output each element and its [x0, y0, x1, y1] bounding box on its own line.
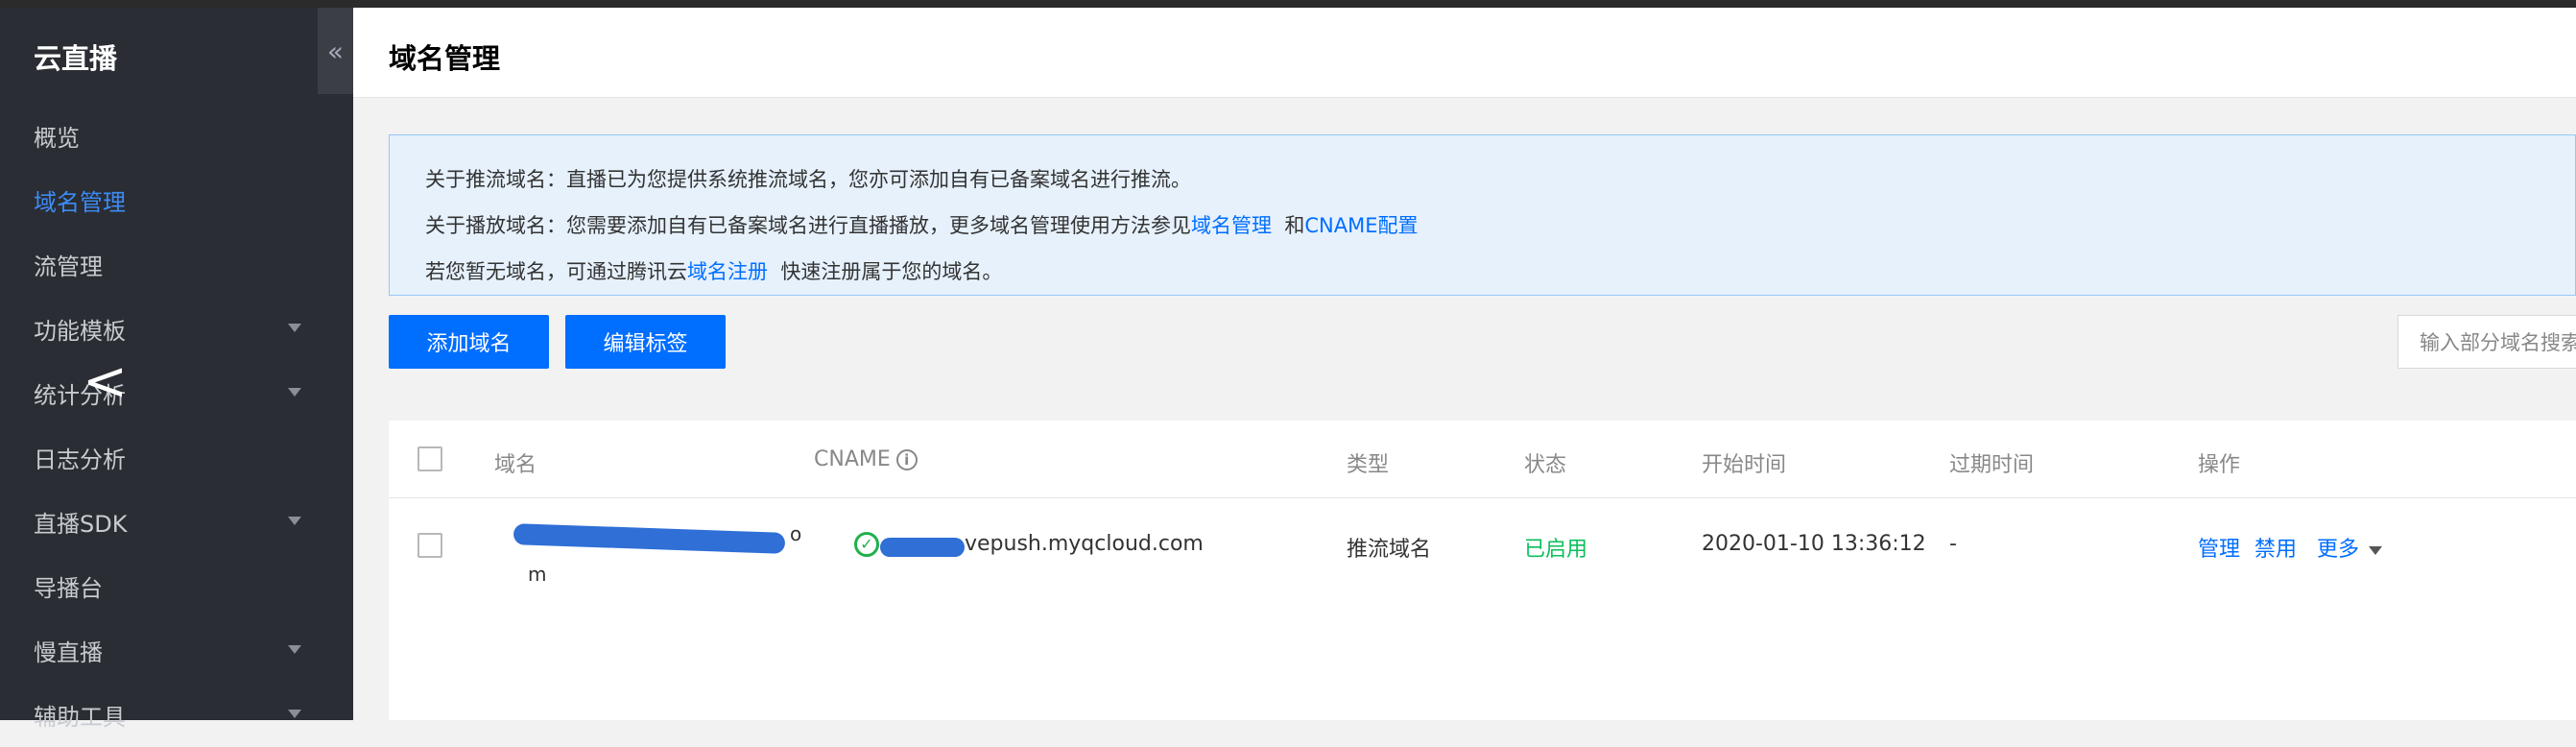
manage-link[interactable]: 管理: [2198, 538, 2240, 562]
sidebar-item-stream-management[interactable]: 流管理: [0, 232, 353, 297]
table-header: 域名 CNAME i 类型 状态 开始时间 过期时间 操作: [389, 421, 2576, 498]
top-bar: [0, 0, 2576, 8]
select-all-checkbox[interactable]: [417, 446, 442, 471]
sidebar-item-label: 辅助工具: [34, 704, 126, 731]
sidebar-item-label: 慢直播: [34, 639, 103, 666]
notice-line-push: 关于推流域名：直播已为您提供系统推流域名，您亦可添加自有已备案域名进行推流。: [425, 168, 1191, 191]
redaction-mark: [880, 538, 965, 557]
sidebar-title: 云直播: [34, 42, 118, 75]
chevron-down-icon: [288, 324, 301, 332]
add-domain-button[interactable]: 添加域名: [389, 315, 549, 369]
column-status: 状态: [1524, 453, 1567, 477]
info-icon[interactable]: i: [895, 449, 918, 470]
sidebar-item-label: 直播SDK: [34, 511, 128, 538]
row-checkbox[interactable]: [417, 533, 442, 558]
domain-link-line2[interactable]: m: [528, 563, 546, 586]
sidebar-item-director-console[interactable]: 导播台: [0, 554, 353, 618]
sidebar-item-label: 功能模板: [34, 318, 126, 345]
column-type: 类型: [1347, 453, 1390, 477]
redaction-mark: [513, 523, 786, 554]
edit-tags-button[interactable]: 编辑标签: [565, 315, 726, 369]
sidebar-item-label: 流管理: [34, 253, 103, 280]
sidebar: 云直播 « 概览 域名管理 流管理 功能模板 统计分析 日志分析 直播SDK 导…: [0, 8, 353, 731]
sidebar-item-live-sdk[interactable]: 直播SDK: [0, 490, 353, 554]
chevron-down-icon: [288, 710, 301, 718]
domain-table: 域名 CNAME i 类型 状态 开始时间 过期时间 操作 o m ✓ vepus…: [389, 421, 2576, 720]
status-badge: 已启用: [1524, 538, 1588, 562]
column-start-time: 开始时间: [1702, 453, 1787, 477]
column-cname-label: CNAME: [814, 447, 891, 471]
column-expire-time: 过期时间: [1949, 453, 2035, 477]
chevron-down-icon: [288, 645, 301, 654]
page-header: 域名管理: [353, 8, 2576, 98]
domain-type: 推流域名: [1347, 538, 1432, 562]
sidebar-item-label: 日志分析: [34, 446, 126, 473]
column-domain: 域名: [494, 453, 537, 477]
disable-link[interactable]: 禁用: [2254, 538, 2297, 562]
sidebar-collapse-button[interactable]: «: [318, 8, 353, 94]
notice-line-play: 关于播放域名：您需要添加自有已备案域名进行直播播放，更多域名管理使用方法参见域名…: [425, 210, 1418, 239]
check-circle-icon: ✓: [854, 532, 879, 557]
sidebar-item-domain-management[interactable]: 域名管理: [0, 168, 353, 232]
cname-config-link[interactable]: CNAME配置: [1304, 214, 1418, 237]
notice-text: 和: [1272, 214, 1305, 237]
chevron-down-icon: [288, 517, 301, 525]
notice-text: 快速注册属于您的域名。: [768, 260, 1003, 283]
notice-line-register: 若您暂无域名，可通过腾讯云域名注册 快速注册属于您的域名。: [425, 256, 1002, 285]
sidebar-item-statistics[interactable]: 统计分析: [0, 361, 353, 425]
chevron-down-icon: [2369, 545, 2383, 555]
sidebar-item-label: 导播台: [34, 575, 103, 602]
sidebar-item-utilities[interactable]: 辅助工具: [0, 683, 353, 747]
sidebar-item-log-analysis[interactable]: 日志分析: [0, 425, 353, 490]
row-actions: 管理 禁用 更多: [2198, 532, 2383, 563]
sidebar-item-label: 域名管理: [34, 189, 126, 216]
column-cname: CNAME i: [814, 447, 918, 471]
notice-text: 若您暂无域名，可通过腾讯云: [425, 260, 687, 283]
search-input[interactable]: 输入部分域名搜索: [2397, 315, 2576, 369]
sidebar-item-label: 概览: [34, 125, 80, 152]
column-actions: 操作: [2198, 453, 2241, 477]
cname-value: vepush.myqcloud.com: [965, 532, 1204, 556]
more-label: 更多: [2317, 538, 2360, 562]
sidebar-menu: 概览 域名管理 流管理 功能模板 统计分析 日志分析 直播SDK 导播台 慢直播: [0, 104, 353, 747]
chevron-down-icon: [288, 388, 301, 397]
sidebar-item-overview[interactable]: 概览: [0, 104, 353, 168]
expire-time: -: [1949, 532, 1957, 556]
page-title: 域名管理: [389, 42, 501, 75]
domain-link-tail[interactable]: o: [790, 522, 801, 545]
chevron-left-icon[interactable]: <: [83, 353, 128, 411]
sidebar-item-slow-live[interactable]: 慢直播: [0, 618, 353, 683]
more-dropdown[interactable]: 更多: [2317, 538, 2383, 562]
sidebar-item-feature-templates[interactable]: 功能模板: [0, 297, 353, 361]
notice-panel: 关于推流域名：直播已为您提供系统推流域名，您亦可添加自有已备案域名进行推流。 关…: [389, 134, 2576, 296]
start-time: 2020-01-10 13:36:12: [1702, 532, 1926, 556]
notice-text: 关于播放域名：您需要添加自有已备案域名进行直播播放，更多域名管理使用方法参见: [425, 214, 1191, 237]
main-content: 域名管理 关于推流域名：直播已为您提供系统推流域名，您亦可添加自有已备案域名进行…: [353, 8, 2576, 720]
domain-management-link[interactable]: 域名管理: [1191, 214, 1272, 237]
domain-register-link[interactable]: 域名注册: [687, 260, 768, 283]
